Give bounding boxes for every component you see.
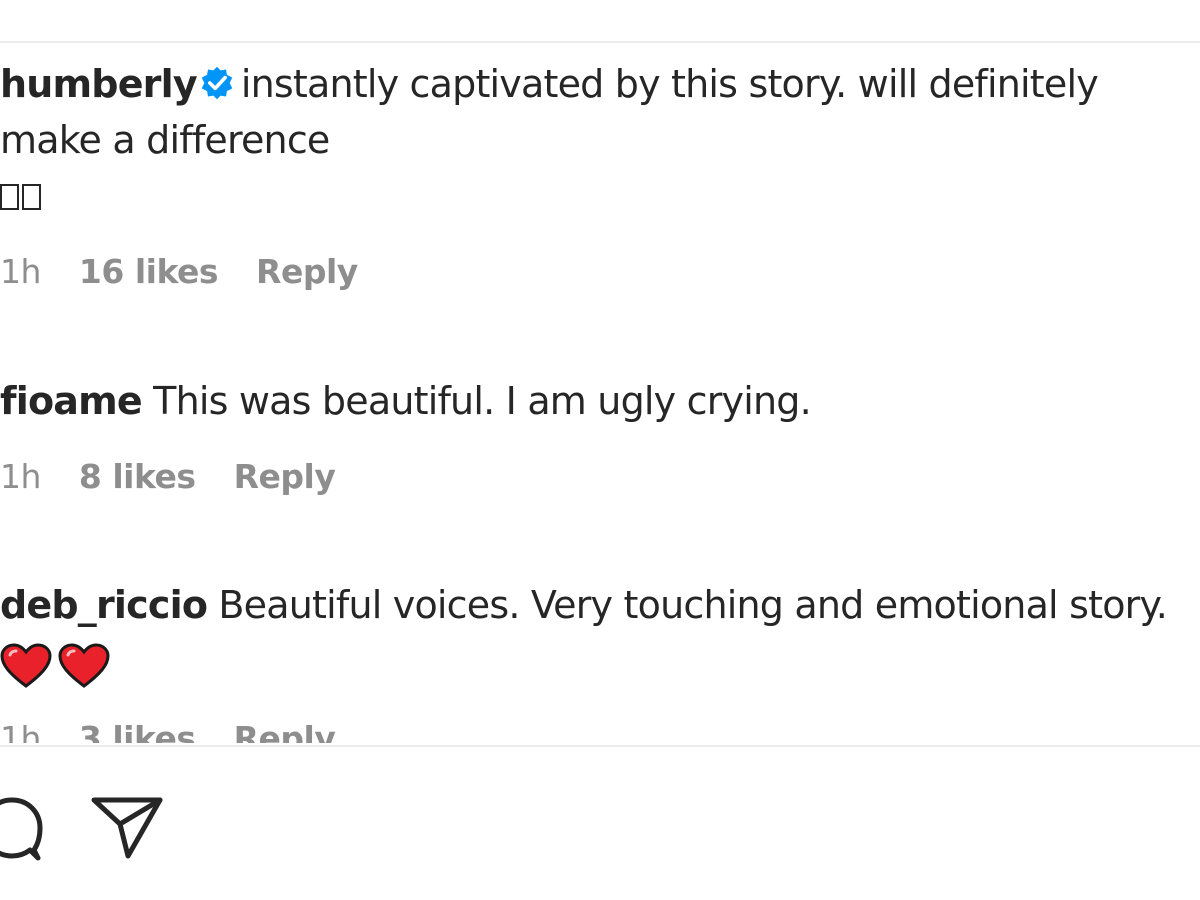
- comment-likes[interactable]: 16 likes: [79, 252, 219, 292]
- emoji-line: [0, 637, 1200, 693]
- comment-meta: 1h 16 likes Reply: [0, 252, 1200, 292]
- comment-likes[interactable]: 3 likes: [79, 719, 196, 743]
- comments-panel: humberly instantly captivated by this st…: [0, 0, 1200, 900]
- comment-time[interactable]: 1h: [0, 457, 41, 497]
- comment-body: Beautiful voices. Very touching and emot…: [218, 583, 1168, 627]
- bottom-divider: [0, 745, 1200, 747]
- comment-text: humberly instantly captivated by this st…: [0, 56, 1200, 168]
- verified-badge-icon: [201, 66, 233, 100]
- comment-time[interactable]: 1h: [0, 719, 41, 743]
- comment-body: This was beautiful. I am ugly crying.: [153, 379, 812, 423]
- comment-username[interactable]: humberly: [0, 62, 198, 106]
- red-heart-icon: [0, 643, 52, 688]
- reply-button[interactable]: Reply: [256, 252, 358, 292]
- unsupported-glyphs: [0, 168, 1200, 224]
- comment-item: deb_riccio Beautiful voices. Very touchi…: [0, 577, 1200, 743]
- paper-plane-icon[interactable]: [90, 794, 164, 860]
- missing-glyph-icon: [0, 184, 19, 210]
- comment-meta: 1h 3 likes Reply: [0, 719, 1200, 743]
- comment-item: humberly instantly captivated by this st…: [0, 56, 1200, 292]
- comment-likes[interactable]: 8 likes: [79, 457, 196, 497]
- comment-bubble-icon[interactable]: [0, 792, 46, 864]
- action-bar: [0, 790, 300, 870]
- comment-username[interactable]: deb_riccio: [0, 583, 208, 627]
- comment-username[interactable]: fioame: [0, 379, 143, 423]
- comment-time[interactable]: 1h: [0, 252, 41, 292]
- comment-meta: 1h 8 likes Reply: [0, 457, 1200, 497]
- comment-list[interactable]: humberly instantly captivated by this st…: [0, 43, 1200, 743]
- reply-button[interactable]: Reply: [234, 719, 336, 743]
- red-heart-icon: [58, 643, 110, 688]
- missing-glyph-icon: [22, 184, 41, 210]
- comment-text: fioame This was beautiful. I am ugly cry…: [0, 373, 1200, 429]
- comment-item: fioame This was beautiful. I am ugly cry…: [0, 373, 1200, 497]
- comment-text: deb_riccio Beautiful voices. Very touchi…: [0, 577, 1200, 633]
- reply-button[interactable]: Reply: [234, 457, 336, 497]
